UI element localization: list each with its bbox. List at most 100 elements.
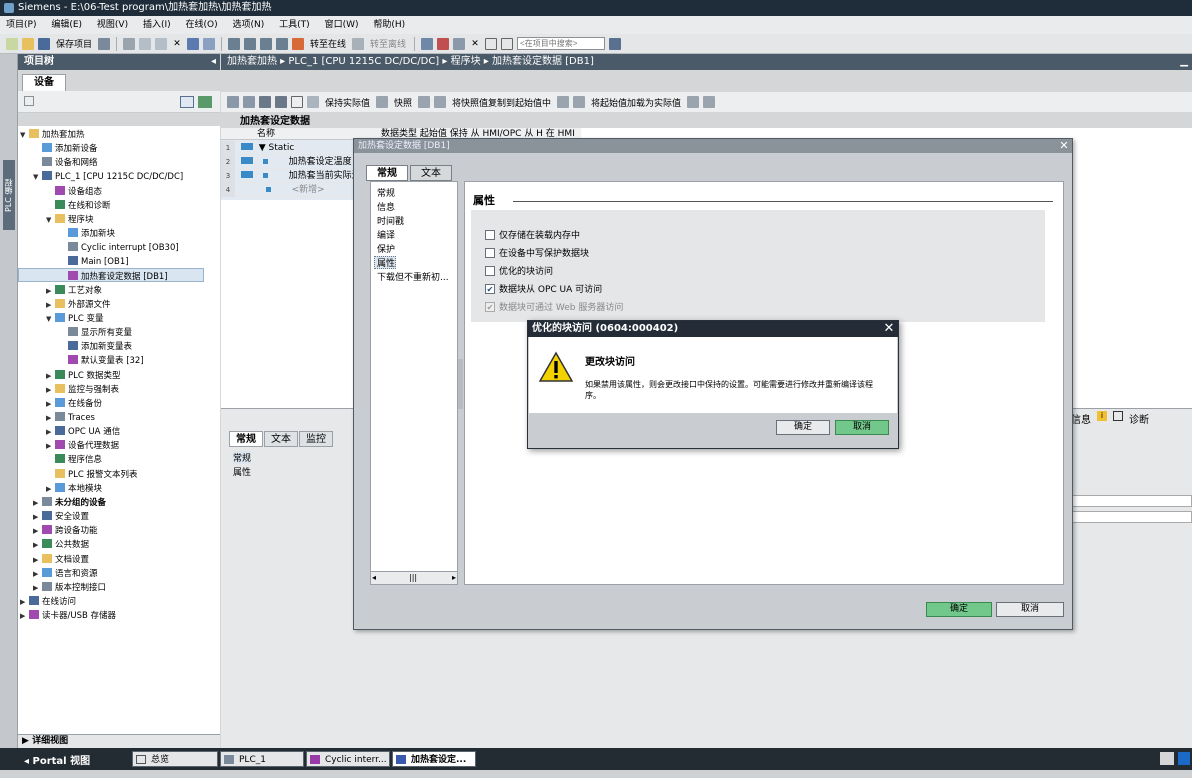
add-row-icon[interactable] bbox=[243, 96, 255, 108]
tree-item[interactable]: ▼ 程序块 bbox=[46, 213, 94, 227]
start-cpu-icon[interactable] bbox=[437, 37, 450, 50]
tree-item[interactable]: ▶ 工艺对象 bbox=[46, 284, 102, 298]
tree-item[interactable]: 默认变量表 [32] bbox=[59, 354, 144, 368]
tree-item[interactable]: ▶ Traces bbox=[46, 411, 95, 425]
nav-protection[interactable]: 保护 bbox=[377, 242, 395, 255]
tab-monitor[interactable]: 监控 bbox=[299, 431, 333, 447]
tree-expander-icon[interactable]: ▶ bbox=[46, 369, 55, 383]
tree-item[interactable]: ▶ 语言和资源 bbox=[33, 567, 98, 581]
tree-expander-icon[interactable]: ▼ bbox=[46, 213, 55, 227]
tab-general[interactable]: 常规 bbox=[229, 431, 263, 447]
download-icon[interactable] bbox=[244, 37, 257, 50]
go-offline-button[interactable]: 转至离线 bbox=[368, 37, 408, 50]
snapshot-copy-icon[interactable] bbox=[434, 96, 447, 108]
menu-edit[interactable]: 编辑(E) bbox=[51, 20, 82, 30]
menu-online[interactable]: 在线(O) bbox=[186, 20, 218, 30]
tab-text[interactable]: 文本 bbox=[264, 431, 298, 447]
devices-tab[interactable]: 设备 bbox=[22, 74, 66, 91]
tree-item[interactable]: ▼ PLC_1 [CPU 1215C DC/DC/DC] bbox=[33, 170, 183, 184]
tree-expander-icon[interactable]: ▼ bbox=[20, 128, 29, 142]
nav-download-without-reinit[interactable]: 下载但不重新初... bbox=[377, 270, 449, 283]
tree-expander-icon[interactable]: ▶ bbox=[46, 439, 55, 453]
splitter-handle[interactable] bbox=[458, 359, 463, 409]
menu-insert[interactable]: 插入(I) bbox=[143, 20, 171, 30]
nav-information[interactable]: 信息 bbox=[377, 200, 395, 213]
cross-reference-icon[interactable]: ✕ bbox=[469, 38, 481, 50]
detail-view-header[interactable]: ▶ 详细视图 bbox=[18, 734, 220, 748]
alert-ok-button[interactable]: 确定 bbox=[776, 420, 830, 435]
close-icon[interactable]: ✕ bbox=[1058, 139, 1070, 153]
tree-item[interactable]: ▼ 加热套加热 bbox=[20, 128, 85, 142]
start-values-icon[interactable] bbox=[557, 96, 570, 108]
search-binoculars-icon[interactable] bbox=[609, 37, 622, 50]
accessible-devices-icon[interactable] bbox=[421, 37, 434, 50]
tree-item[interactable]: ▶ 公共数据 bbox=[33, 538, 89, 552]
tree-expander-icon[interactable]: ▶ bbox=[33, 510, 42, 524]
tree-item[interactable]: ▶ 读卡器/USB 存储器 bbox=[20, 609, 116, 623]
tree-expander-icon[interactable]: ▶ bbox=[33, 496, 42, 510]
tree-item[interactable]: 添加新块 bbox=[59, 227, 115, 241]
tree-item[interactable]: ▶ 在线备份 bbox=[46, 397, 102, 411]
new-project-icon[interactable] bbox=[6, 37, 18, 50]
tree-expander-icon[interactable]: ▼ bbox=[33, 170, 42, 184]
snapshot-button[interactable]: 快照 bbox=[392, 96, 414, 109]
save-project-button[interactable]: 保存项目 bbox=[54, 37, 94, 50]
menu-view[interactable]: 视图(V) bbox=[97, 20, 128, 30]
tab-text[interactable]: 文本 bbox=[410, 165, 452, 181]
insert-row-icon[interactable] bbox=[227, 96, 239, 108]
collapse-all-icon[interactable] bbox=[275, 96, 287, 108]
project-search-input[interactable] bbox=[517, 37, 606, 50]
tree-item[interactable]: ▶ 设备代理数据 bbox=[46, 439, 119, 453]
nav-timestamp[interactable]: 时间戳 bbox=[377, 214, 404, 227]
minimize-icon[interactable]: ▁ bbox=[1180, 54, 1188, 70]
split-vertical-icon[interactable] bbox=[501, 37, 514, 50]
copy-icon[interactable] bbox=[139, 37, 152, 50]
load-start-icon[interactable] bbox=[573, 96, 586, 108]
tree-expander-icon[interactable]: ▶ bbox=[20, 609, 29, 623]
tree-item[interactable]: 添加新设备 bbox=[33, 142, 98, 156]
portal-view-button[interactable]: ◂ Portal 视图 bbox=[24, 752, 90, 767]
expand-all-icon[interactable] bbox=[259, 96, 271, 108]
menu-options[interactable]: 选项(N) bbox=[233, 20, 265, 30]
checkbox-optimized-access[interactable] bbox=[485, 265, 495, 276]
tree-item[interactable]: ▶ 未分组的设备 bbox=[33, 496, 106, 510]
task-plc1[interactable]: PLC_1 bbox=[220, 751, 304, 767]
tree-item[interactable]: 程序信息 bbox=[46, 453, 102, 467]
tree-expander-icon[interactable]: ▶ bbox=[20, 595, 29, 609]
tree-item[interactable]: 加热套设定数据 [DB1] bbox=[59, 270, 168, 284]
nav-compile[interactable]: 编译 bbox=[377, 228, 395, 241]
tree-item[interactable]: ▶ 本地模块 bbox=[46, 482, 102, 496]
print-icon[interactable] bbox=[98, 37, 111, 50]
split-horizontal-icon[interactable] bbox=[485, 37, 498, 50]
tree-item[interactable]: Main [OB1] bbox=[59, 255, 129, 269]
nav-attributes[interactable]: 属性 bbox=[377, 256, 395, 269]
tree-item[interactable]: ▶ 版本控制接口 bbox=[33, 581, 106, 595]
tree-item[interactable]: 设备组态 bbox=[46, 185, 102, 199]
detail-view-expand-icon[interactable]: ▶ bbox=[22, 736, 32, 746]
scroll-thumb[interactable]: ||| bbox=[409, 573, 417, 582]
tree-item[interactable]: 添加新变量表 bbox=[59, 340, 132, 354]
nav-scrollbar[interactable]: ◂ ||| ▸ bbox=[370, 571, 458, 585]
tree-expander-icon[interactable]: ▼ bbox=[46, 312, 55, 326]
go-online-button[interactable]: 转至在线 bbox=[308, 37, 348, 50]
extra-tool-icon[interactable] bbox=[703, 96, 716, 108]
task-overview[interactable]: 总览 bbox=[132, 751, 218, 767]
tab-general[interactable]: 常规 bbox=[366, 165, 408, 181]
tree-item[interactable]: ▶ 外部源文件 bbox=[46, 298, 111, 312]
tree-expander-icon[interactable]: ▶ bbox=[33, 581, 42, 595]
checkbox-write-protect[interactable] bbox=[485, 247, 495, 258]
row-add-new[interactable]: <新增> bbox=[292, 185, 325, 195]
task-cyclic-interrupt[interactable]: Cyclic interr... bbox=[306, 751, 390, 767]
tree-item[interactable]: ▶ OPC UA 通信 bbox=[46, 425, 120, 439]
dialog-ok-button[interactable]: 确定 bbox=[926, 602, 992, 617]
dialog-cancel-button[interactable]: 取消 bbox=[996, 602, 1064, 617]
close-icon[interactable]: ✕ bbox=[882, 321, 896, 337]
opt-optimized-access[interactable]: 优化的块访问 bbox=[485, 264, 553, 277]
snapshot-icon[interactable] bbox=[418, 96, 431, 108]
open-project-icon[interactable] bbox=[22, 37, 34, 50]
tree-item[interactable]: ▼ PLC 变量 bbox=[46, 312, 104, 326]
opt-opc-ua-accessible[interactable]: ✔ 数据块从 OPC UA 可访问 bbox=[485, 282, 602, 295]
check-icon[interactable] bbox=[1178, 752, 1190, 765]
tree-item[interactable]: ▶ 在线访问 bbox=[20, 595, 76, 609]
scroll-left-icon[interactable]: ◂ bbox=[372, 573, 376, 582]
